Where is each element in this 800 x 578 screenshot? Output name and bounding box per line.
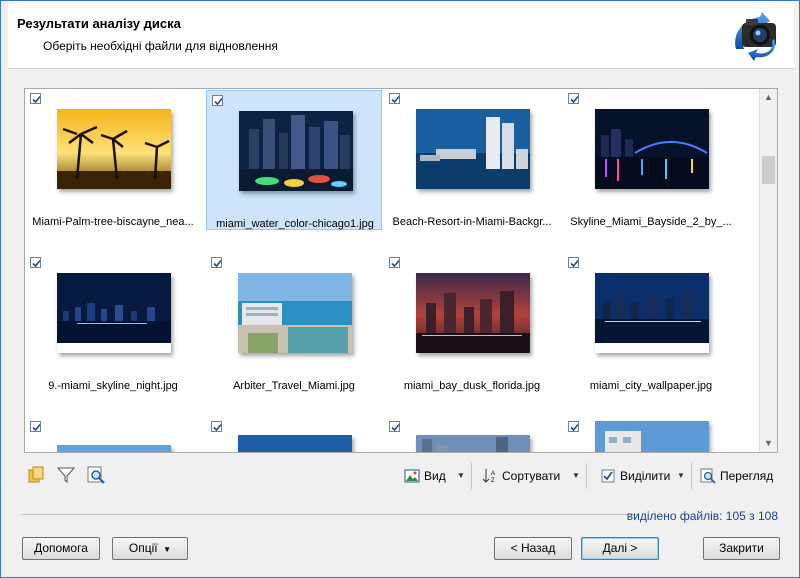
chevron-down-icon: ▼ <box>160 545 172 554</box>
file-thumbnail <box>595 421 709 452</box>
file-name: Miami-Palm-tree-biscayne_nea... <box>32 216 194 228</box>
page-subtitle: Оберіть необхідні файли для відновлення <box>43 39 278 53</box>
help-button[interactable]: Допомога <box>22 537 100 560</box>
toolbar-separator <box>691 463 692 489</box>
back-button[interactable]: < Назад <box>494 537 572 560</box>
file-tile[interactable]: Beach-Resort-in-Miami-Backgr... <box>384 89 560 229</box>
file-thumbnail <box>416 109 530 189</box>
file-checkbox[interactable] <box>568 93 579 104</box>
view-dropdown-icon[interactable]: ▼ <box>454 465 468 487</box>
file-checkbox[interactable] <box>30 93 41 104</box>
toolbar-separator <box>586 463 587 489</box>
file-checkbox[interactable] <box>212 95 223 106</box>
file-tile[interactable]: miami_city_wallpaper.jpg <box>563 253 739 393</box>
file-checkbox[interactable] <box>568 257 579 268</box>
scroll-down-icon[interactable]: ▼ <box>760 435 777 452</box>
file-thumbnail <box>416 435 530 452</box>
select-label: Виділити <box>620 469 671 483</box>
file-thumbnail <box>57 273 171 353</box>
file-checkbox[interactable] <box>30 421 41 432</box>
file-name: Beach-Resort-in-Miami-Backgr... <box>392 216 552 228</box>
file-checkbox[interactable] <box>211 421 222 432</box>
file-tile[interactable] <box>206 417 382 452</box>
file-checkbox[interactable] <box>568 421 579 432</box>
file-tile[interactable] <box>563 417 739 452</box>
file-name: 9.-miami_skyline_night.jpg <box>48 380 178 392</box>
view-label: Вид <box>424 469 446 483</box>
file-checkbox[interactable] <box>30 257 41 268</box>
checkbox-icon <box>601 469 615 483</box>
next-button[interactable]: Далі > <box>581 537 659 560</box>
file-checkbox[interactable] <box>389 421 400 432</box>
filter-icon[interactable] <box>56 465 76 485</box>
preview-button[interactable]: Перегляд <box>700 465 773 487</box>
gallery-scrollbar[interactable]: ▲ ▼ <box>759 89 777 452</box>
file-thumbnail <box>239 111 353 191</box>
file-gallery: Miami-Palm-tree-biscayne_nea... miami_wa… <box>24 88 778 453</box>
sort-label: Сортувати <box>502 469 561 483</box>
svg-text:A: A <box>491 471 495 477</box>
file-name: Arbiter_Travel_Miami.jpg <box>233 380 355 392</box>
file-tile[interactable]: Miami-Palm-tree-biscayne_nea... <box>25 89 201 229</box>
file-name: miami_water_color-chicago1.jpg <box>216 218 374 230</box>
view-button[interactable]: Вид <box>404 465 446 487</box>
svg-text:Z: Z <box>491 478 495 484</box>
file-thumbnail <box>238 273 352 353</box>
file-thumbnail <box>595 109 709 189</box>
toolbar-separator <box>471 463 472 489</box>
page-title: Результати аналізу диска <box>17 16 181 31</box>
wizard-window: Результати аналізу диска Оберіть необхід… <box>0 0 800 578</box>
camera-recovery-icon <box>730 9 782 61</box>
gallery-toolbar: Вид ▼ AZ Сортувати ▼ Виділити ▼ Перегляд <box>24 461 776 491</box>
scrollbar-thumb[interactable] <box>762 156 775 184</box>
options-button[interactable]: Опції ▼ <box>112 537 188 560</box>
file-checkbox[interactable] <box>389 257 400 268</box>
search-preview-icon[interactable] <box>86 465 106 485</box>
file-name: Skyline_Miami_Bayside_2_by_... <box>570 216 732 228</box>
file-tile[interactable]: Arbiter_Travel_Miami.jpg <box>206 253 382 393</box>
copy-files-icon[interactable] <box>26 465 46 485</box>
file-tile[interactable] <box>384 417 560 452</box>
selected-files-count: виділено файлів: 105 з 108 <box>626 509 778 523</box>
file-thumbnail <box>595 273 709 353</box>
file-tile[interactable]: miami_water_color-chicago1.jpg <box>206 90 382 230</box>
scroll-up-icon[interactable]: ▲ <box>760 89 777 106</box>
file-name: miami_city_wallpaper.jpg <box>589 380 713 392</box>
file-tile[interactable]: miami_bay_dusk_florida.jpg <box>384 253 560 393</box>
divider <box>21 514 639 515</box>
preview-icon <box>700 468 716 484</box>
file-thumbnail <box>416 273 530 353</box>
view-icon <box>404 469 420 483</box>
file-tile[interactable] <box>25 417 201 452</box>
header-panel: Результати аналізу диска Оберіть необхід… <box>8 1 794 69</box>
file-name: miami_bay_dusk_florida.jpg <box>403 380 541 392</box>
file-tile[interactable]: 9.-miami_skyline_night.jpg <box>25 253 201 393</box>
file-thumbnail <box>238 435 352 452</box>
file-tile[interactable]: Skyline_Miami_Bayside_2_by_... <box>563 89 739 229</box>
select-dropdown-icon[interactable]: ▼ <box>674 465 688 487</box>
sort-icon: AZ <box>482 469 495 484</box>
file-thumbnail <box>57 109 171 189</box>
options-label: Опції <box>128 541 158 555</box>
file-checkbox[interactable] <box>211 257 222 268</box>
sort-button[interactable]: AZ Сортувати <box>482 465 560 487</box>
select-button[interactable]: Виділити <box>600 465 670 487</box>
file-checkbox[interactable] <box>389 93 400 104</box>
preview-label: Перегляд <box>720 469 774 483</box>
sort-dropdown-icon[interactable]: ▼ <box>569 465 583 487</box>
close-button[interactable]: Закрити <box>703 537 780 560</box>
file-thumbnail <box>57 445 171 452</box>
